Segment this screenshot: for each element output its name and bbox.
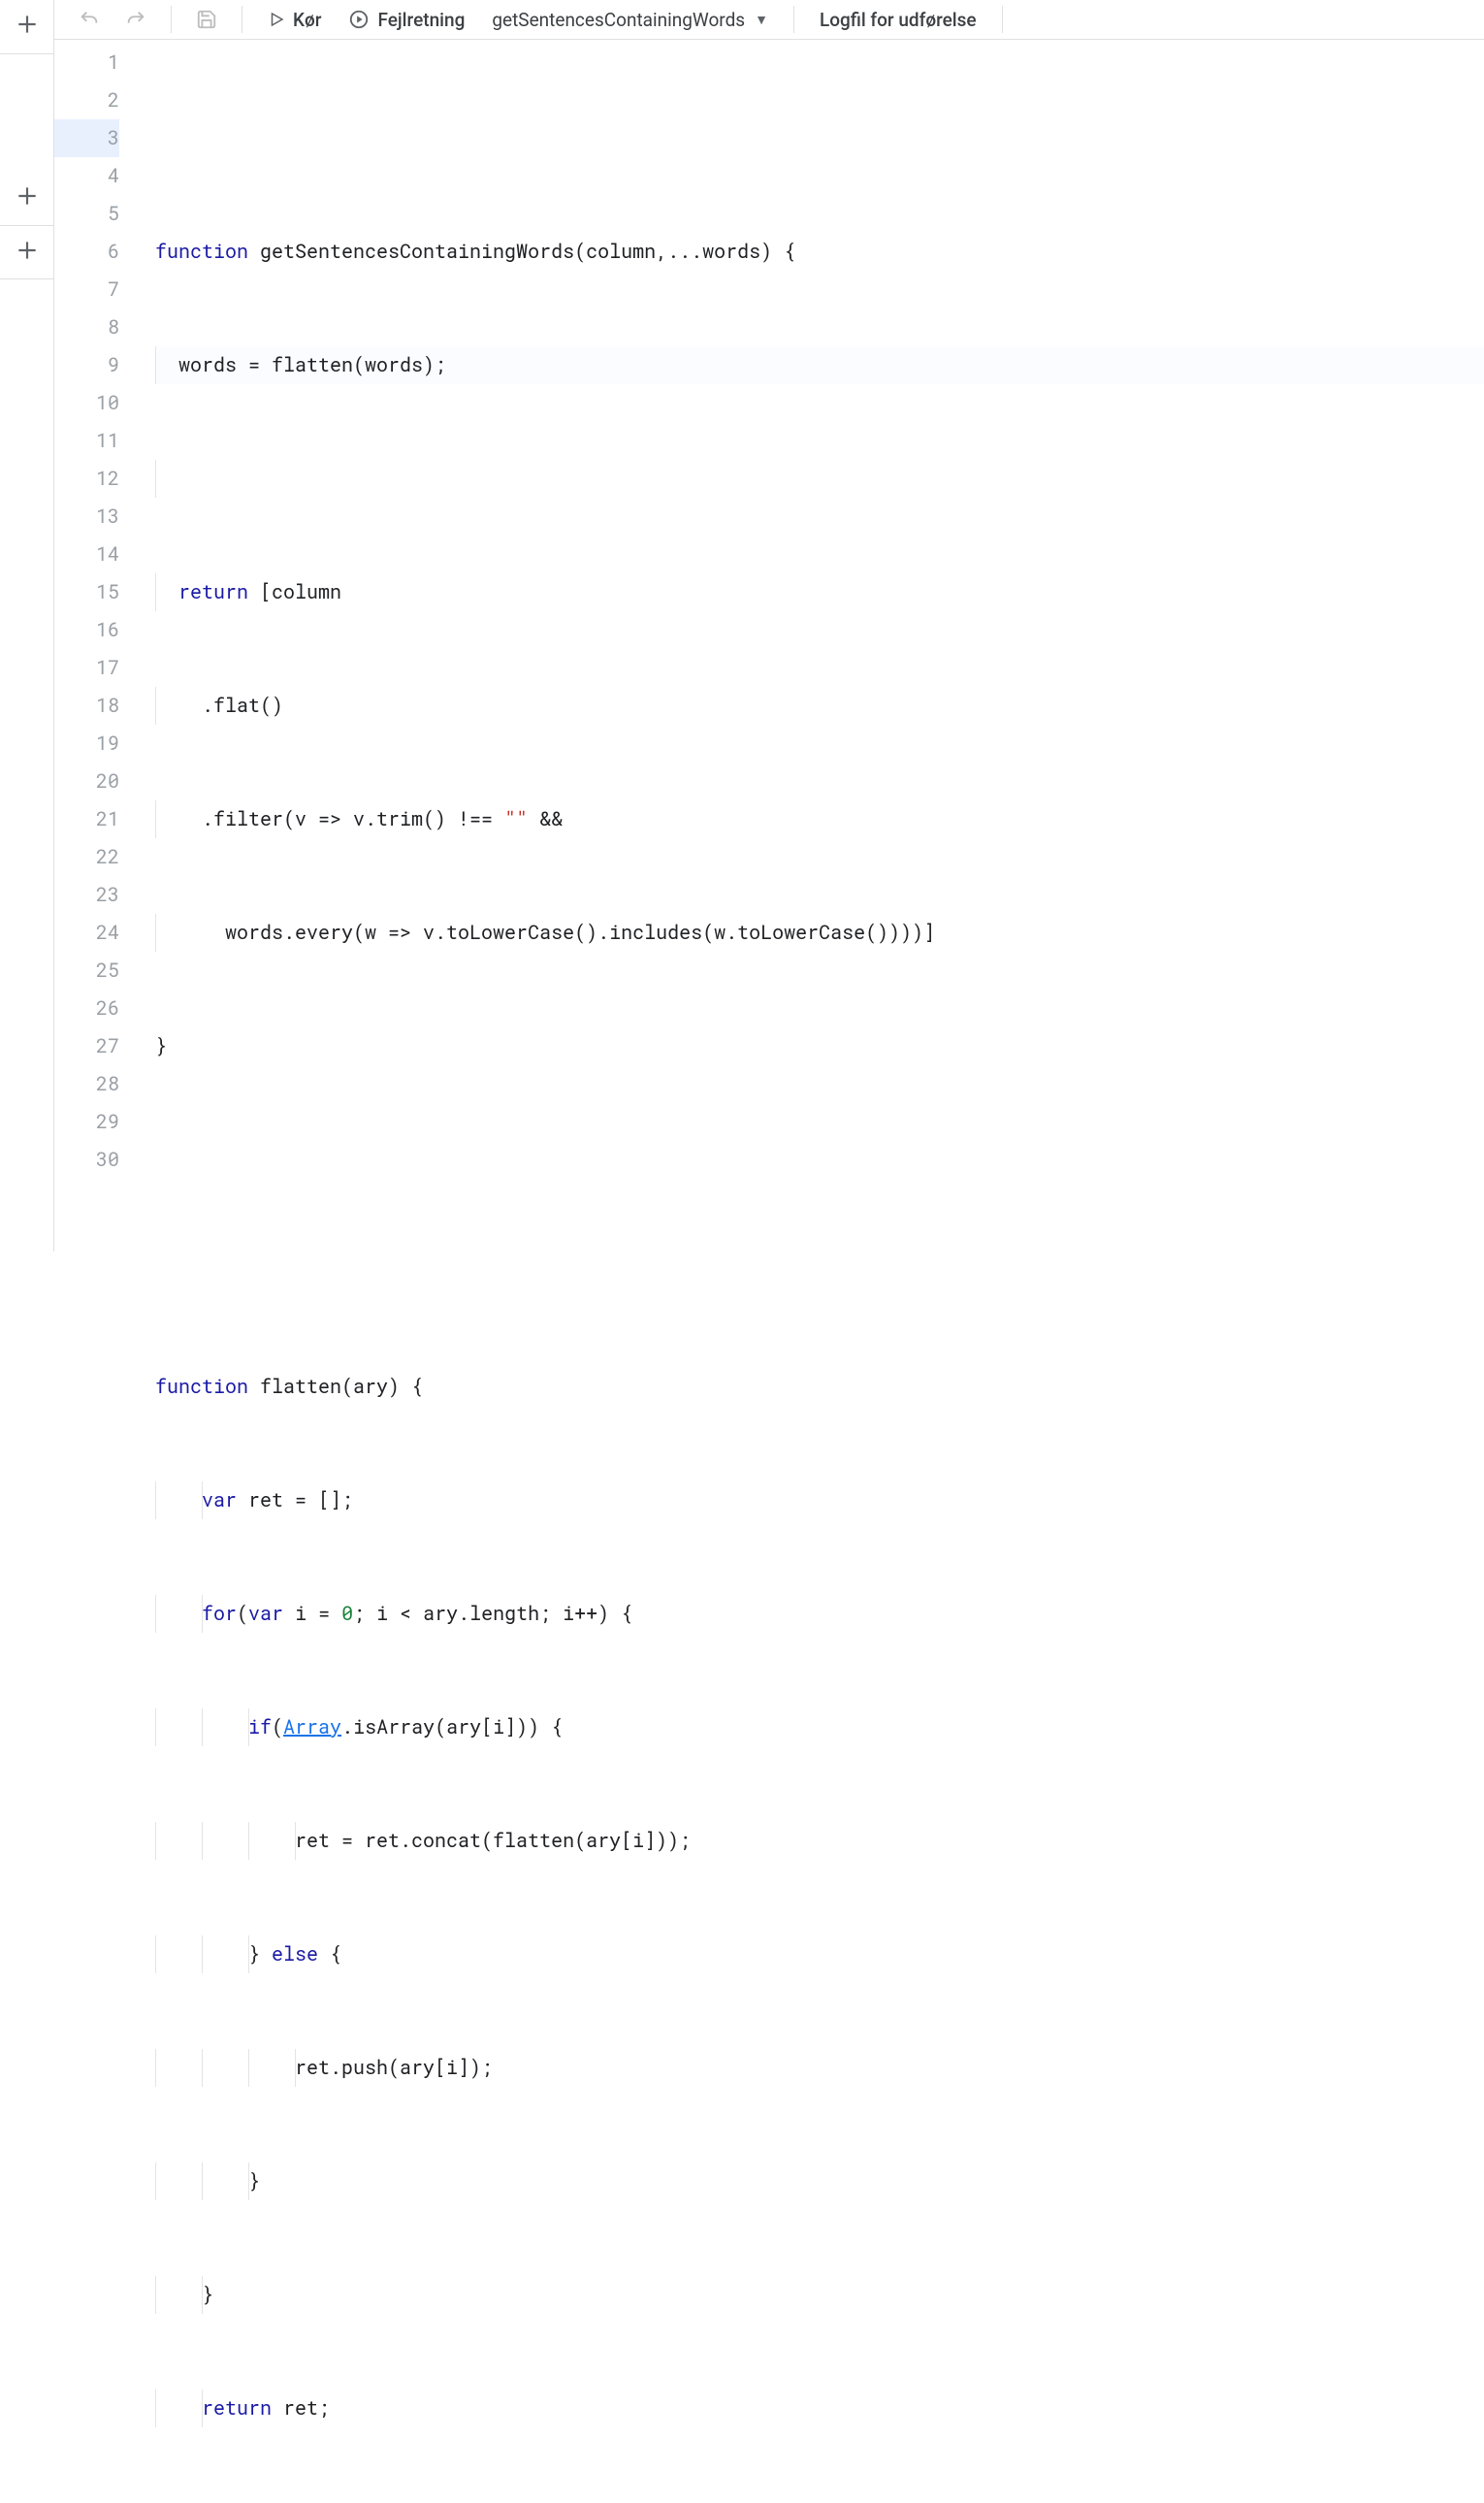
code-line[interactable]: for(var i = 0; i < ary.length; i++) { <box>155 1595 1484 1633</box>
code-line[interactable]: } else { <box>155 1935 1484 1973</box>
editor-toolbar: Kør Fejlretning getSentencesContainingWo… <box>54 0 1484 40</box>
redo-button[interactable] <box>116 0 155 39</box>
code-line[interactable]: .filter(v => v.trim() !== "" && <box>155 800 1484 838</box>
line-number[interactable]: 23 <box>54 876 119 914</box>
code-line[interactable]: if(Array.isArray(ary[i])) { <box>155 1708 1484 1746</box>
code-editor[interactable]: 1234567891011121314151617181920212223242… <box>54 40 1484 2503</box>
plus-icon <box>15 183 40 213</box>
line-number[interactable]: 11 <box>54 422 119 460</box>
execution-log-label: Logfil for udførelse <box>820 9 977 31</box>
toolbar-separator <box>171 6 172 33</box>
line-number[interactable]: 9 <box>54 346 119 384</box>
function-select-label: getSentencesContainingWords <box>492 9 745 31</box>
leftrail-add-1[interactable] <box>0 0 54 54</box>
code-line[interactable]: .flat() <box>155 687 1484 725</box>
code-line[interactable]: } <box>155 1027 1484 1065</box>
debug-icon <box>348 9 370 30</box>
line-number[interactable]: 13 <box>54 498 119 536</box>
line-number[interactable]: 12 <box>54 460 119 498</box>
line-number[interactable]: 24 <box>54 914 119 952</box>
line-number-gutter: 1234567891011121314151617181920212223242… <box>54 40 142 2503</box>
toolbar-separator <box>793 6 794 33</box>
line-number[interactable]: 27 <box>54 1027 119 1065</box>
line-number[interactable]: 2 <box>54 81 119 119</box>
run-button[interactable]: Kør <box>258 3 331 37</box>
line-number[interactable]: 28 <box>54 1065 119 1103</box>
line-number[interactable]: 18 <box>54 687 119 725</box>
line-number[interactable]: 5 <box>54 195 119 233</box>
code-content[interactable]: function getSentencesContainingWords(col… <box>142 40 1484 2503</box>
line-number[interactable]: 7 <box>54 271 119 309</box>
line-number[interactable]: 20 <box>54 763 119 800</box>
line-number[interactable]: 25 <box>54 952 119 990</box>
line-number[interactable]: 21 <box>54 800 119 838</box>
code-line[interactable] <box>155 460 1484 498</box>
line-number[interactable]: 22 <box>54 838 119 876</box>
line-number[interactable]: 1 <box>54 44 119 81</box>
leftrail-add-2[interactable] <box>0 171 54 225</box>
code-line[interactable] <box>155 1254 1484 1292</box>
plus-icon <box>15 238 40 268</box>
debug-label: Fejlretning <box>377 9 465 31</box>
code-line[interactable]: words.every(w => v.toLowerCase().include… <box>155 914 1484 952</box>
line-number[interactable]: 16 <box>54 611 119 649</box>
line-number[interactable]: 4 <box>54 157 119 195</box>
execution-log-button[interactable]: Logfil for udførelse <box>810 3 986 37</box>
code-line[interactable]: } <box>155 2276 1484 2314</box>
plus-icon <box>15 12 40 42</box>
debug-button[interactable]: Fejlretning <box>339 3 474 37</box>
save-button[interactable] <box>187 0 226 39</box>
line-number[interactable]: 30 <box>54 1141 119 1179</box>
code-line[interactable]: function getSentencesContainingWords(col… <box>155 233 1484 271</box>
line-number[interactable]: 3 <box>54 119 119 157</box>
line-number[interactable]: 10 <box>54 384 119 422</box>
code-line[interactable]: return ret; <box>155 2389 1484 2427</box>
code-line[interactable]: return [column <box>155 573 1484 611</box>
code-line[interactable]: var ret = []; <box>155 1481 1484 1519</box>
code-line[interactable]: ret = ret.concat(flatten(ary[i])); <box>155 1822 1484 1860</box>
line-number[interactable]: 19 <box>54 725 119 763</box>
line-number[interactable]: 29 <box>54 1103 119 1141</box>
line-number[interactable]: 14 <box>54 536 119 573</box>
line-number[interactable]: 26 <box>54 990 119 1027</box>
workspace: Kør Fejlretning getSentencesContainingWo… <box>54 0 1484 1252</box>
line-number[interactable]: 17 <box>54 649 119 687</box>
code-line[interactable]: } <box>155 2162 1484 2200</box>
code-line[interactable] <box>155 1141 1484 1179</box>
play-icon <box>268 11 285 28</box>
line-number[interactable]: 6 <box>54 233 119 271</box>
left-rail <box>0 0 54 1252</box>
undo-button[interactable] <box>70 0 109 39</box>
toolbar-separator <box>1002 6 1003 33</box>
code-line[interactable]: ret.push(ary[i]); <box>155 2049 1484 2087</box>
line-number[interactable]: 8 <box>54 309 119 346</box>
line-number[interactable]: 15 <box>54 573 119 611</box>
leftrail-add-3[interactable] <box>0 225 54 279</box>
function-select[interactable]: getSentencesContainingWords ▼ <box>482 3 778 37</box>
code-line[interactable]: words = flatten(words); <box>155 346 1484 384</box>
chevron-down-icon: ▼ <box>755 12 768 28</box>
run-label: Kør <box>293 9 321 31</box>
code-line[interactable] <box>155 119 1484 157</box>
code-line[interactable]: function flatten(ary) { <box>155 1368 1484 1406</box>
